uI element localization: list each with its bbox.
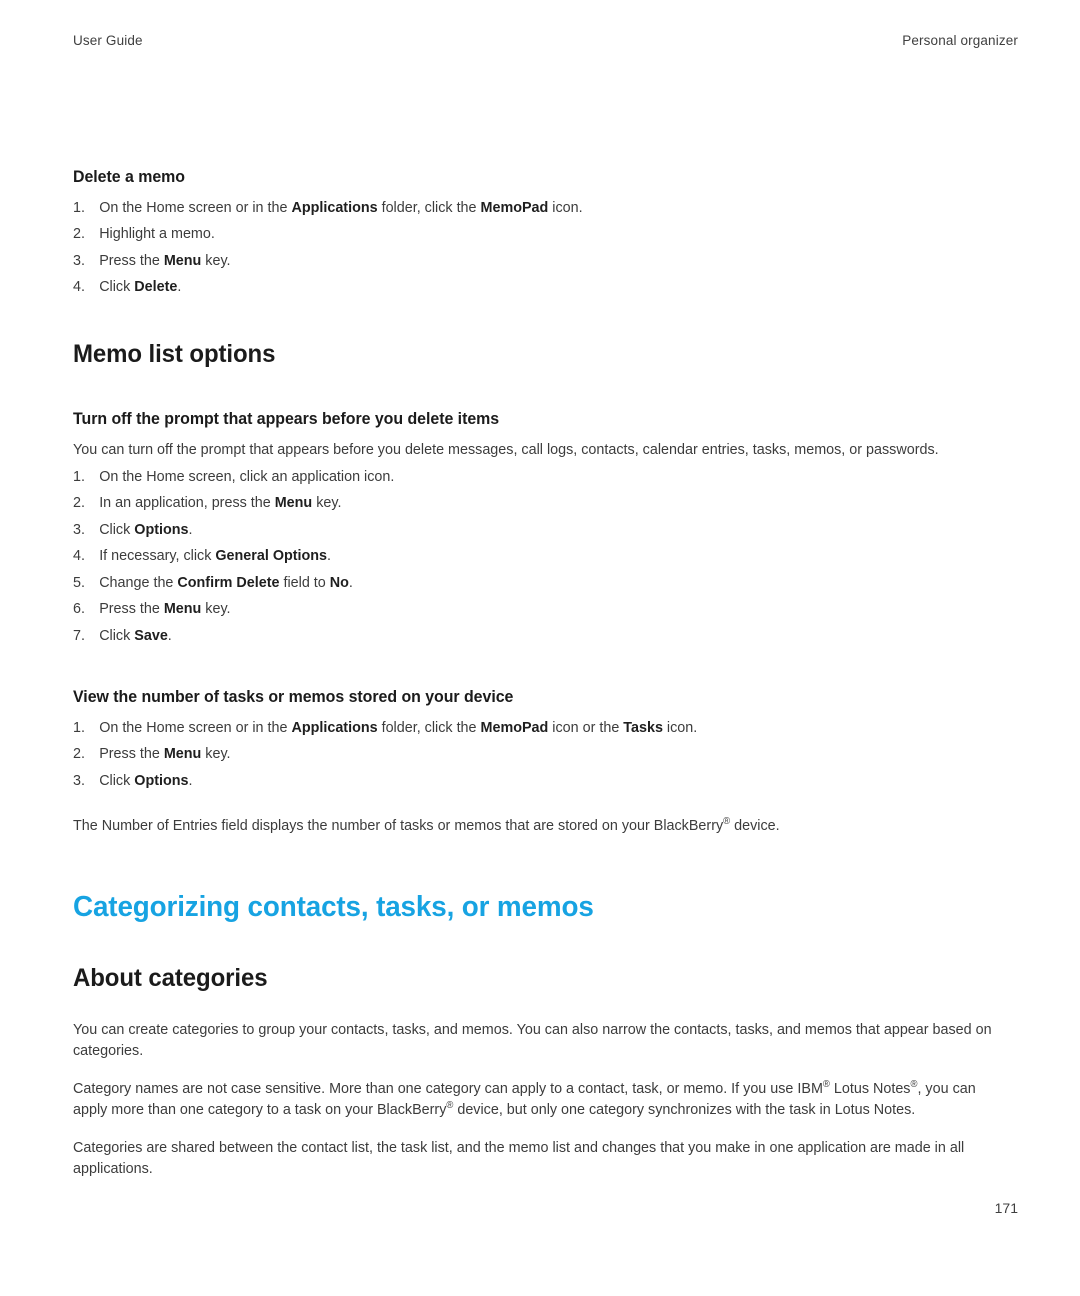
step-item: 1. On the Home screen or in the Applicati…: [73, 718, 981, 739]
ui-term: Applications: [291, 719, 378, 736]
step-number: 2.: [73, 746, 85, 763]
ui-term: Save: [134, 627, 168, 644]
step-text: Press the Menu key.: [99, 746, 231, 763]
page-content: Delete a memo 1. On the Home screen or in…: [73, 168, 1009, 1180]
step-item: 3. Click Options.: [73, 520, 981, 541]
document-page: User Guide Personal organizer Delete a m…: [0, 0, 1080, 1296]
paragraph-turn-off-prompt-intro: You can turn off the prompt that appears…: [73, 441, 939, 458]
step-number: 5.: [73, 574, 85, 591]
step-number: 4.: [73, 279, 85, 296]
ui-term: No: [329, 574, 349, 591]
paragraph-about-categories-1: You can create categories to group your …: [73, 1021, 992, 1059]
heading-delete-a-memo: Delete a memo: [73, 168, 185, 186]
step-text: Change the Confirm Delete field to No.: [99, 574, 353, 591]
ui-term: Options: [134, 772, 189, 789]
ui-term: Confirm Delete: [177, 574, 280, 591]
ui-term: Menu: [163, 746, 202, 763]
heading-categorizing: Categorizing contacts, tasks, or memos: [73, 891, 594, 924]
step-item: 1. On the Home screen or in the Applicati…: [73, 198, 981, 219]
running-header-right: Personal organizer: [902, 33, 1018, 48]
step-number: 4.: [73, 548, 85, 565]
ui-term: Applications: [291, 199, 378, 216]
registered-mark: ®: [822, 1078, 830, 1090]
step-text: Click Delete.: [99, 279, 182, 296]
ui-term: MemoPad: [480, 199, 549, 216]
step-item: 5. Change the Confirm Delete field to No.: [73, 573, 981, 594]
registered-mark: ®: [446, 1099, 454, 1111]
step-text: Highlight a memo.: [99, 226, 215, 243]
step-number: 3.: [73, 252, 85, 269]
step-item: 3. Press the Menu key.: [73, 251, 981, 272]
registered-mark: ®: [910, 1078, 918, 1090]
step-number: 7.: [73, 627, 85, 644]
step-text: On the Home screen or in the Application…: [99, 199, 583, 216]
heading-about-categories: About categories: [73, 963, 268, 992]
step-item: 6. Press the Menu key.: [73, 599, 981, 620]
step-text: If necessary, click General Options.: [99, 548, 332, 565]
page-number: 171: [994, 1200, 1018, 1216]
step-number: 1.: [73, 199, 85, 216]
step-text: Press the Menu key.: [99, 601, 231, 618]
heading-memo-list-options: Memo list options: [73, 339, 276, 368]
step-text: Click Options.: [99, 772, 193, 789]
step-text: On the Home screen, click an application…: [99, 468, 395, 485]
step-number: 3.: [73, 521, 85, 538]
running-header: User Guide Personal organizer: [73, 33, 1018, 48]
steps-delete-a-memo: 1. On the Home screen or in the Applicati…: [73, 198, 1009, 299]
step-item: 2. In an application, press the Menu key.: [73, 493, 981, 514]
heading-view-number-of-tasks: View the number of tasks or memos stored…: [73, 688, 514, 707]
steps-turn-off-prompt: 1. On the Home screen, click an applicati…: [73, 467, 1009, 647]
registered-mark: ®: [723, 816, 731, 828]
paragraph-about-categories-3: Categories are shared between the contac…: [73, 1139, 965, 1177]
ui-term: Delete: [134, 279, 178, 296]
steps-view-number-of-tasks: 1. On the Home screen or in the Applicati…: [73, 718, 1009, 792]
step-item: 1. On the Home screen, click an applicati…: [73, 467, 981, 488]
step-item: 3. Click Options.: [73, 771, 981, 792]
ui-term: MemoPad: [480, 719, 549, 736]
step-text: Press the Menu key.: [99, 252, 231, 269]
step-item: 4. If necessary, click General Options.: [73, 546, 981, 567]
step-item: 2. Highlight a memo.: [73, 224, 981, 245]
paragraph-about-categories-2: Category names are not case sensitive. M…: [73, 1078, 976, 1118]
step-text: In an application, press the Menu key.: [99, 495, 342, 512]
step-number: 1.: [73, 719, 85, 736]
ui-term: Menu: [274, 495, 313, 512]
step-number: 3.: [73, 772, 85, 789]
step-item: 7. Click Save.: [73, 626, 981, 647]
heading-turn-off-prompt: Turn off the prompt that appears before …: [73, 409, 500, 428]
step-number: 1.: [73, 468, 85, 485]
step-item: 2. Press the Menu key.: [73, 744, 981, 765]
running-header-left: User Guide: [73, 33, 143, 48]
paragraph-number-of-entries: The Number of Entries field displays the…: [73, 816, 780, 835]
step-number: 6.: [73, 601, 85, 618]
step-number: 2.: [73, 495, 85, 512]
ui-term: Menu: [163, 601, 202, 618]
step-text: Click Save.: [99, 627, 172, 644]
step-item: 4. Click Delete.: [73, 277, 981, 298]
step-text: Click Options.: [99, 521, 193, 538]
ui-term: Options: [134, 521, 189, 538]
step-text: On the Home screen or in the Application…: [99, 719, 698, 736]
ui-term: General Options: [215, 548, 328, 565]
ui-term: Tasks: [623, 719, 663, 736]
step-number: 2.: [73, 226, 85, 243]
ui-term: Menu: [163, 252, 202, 269]
